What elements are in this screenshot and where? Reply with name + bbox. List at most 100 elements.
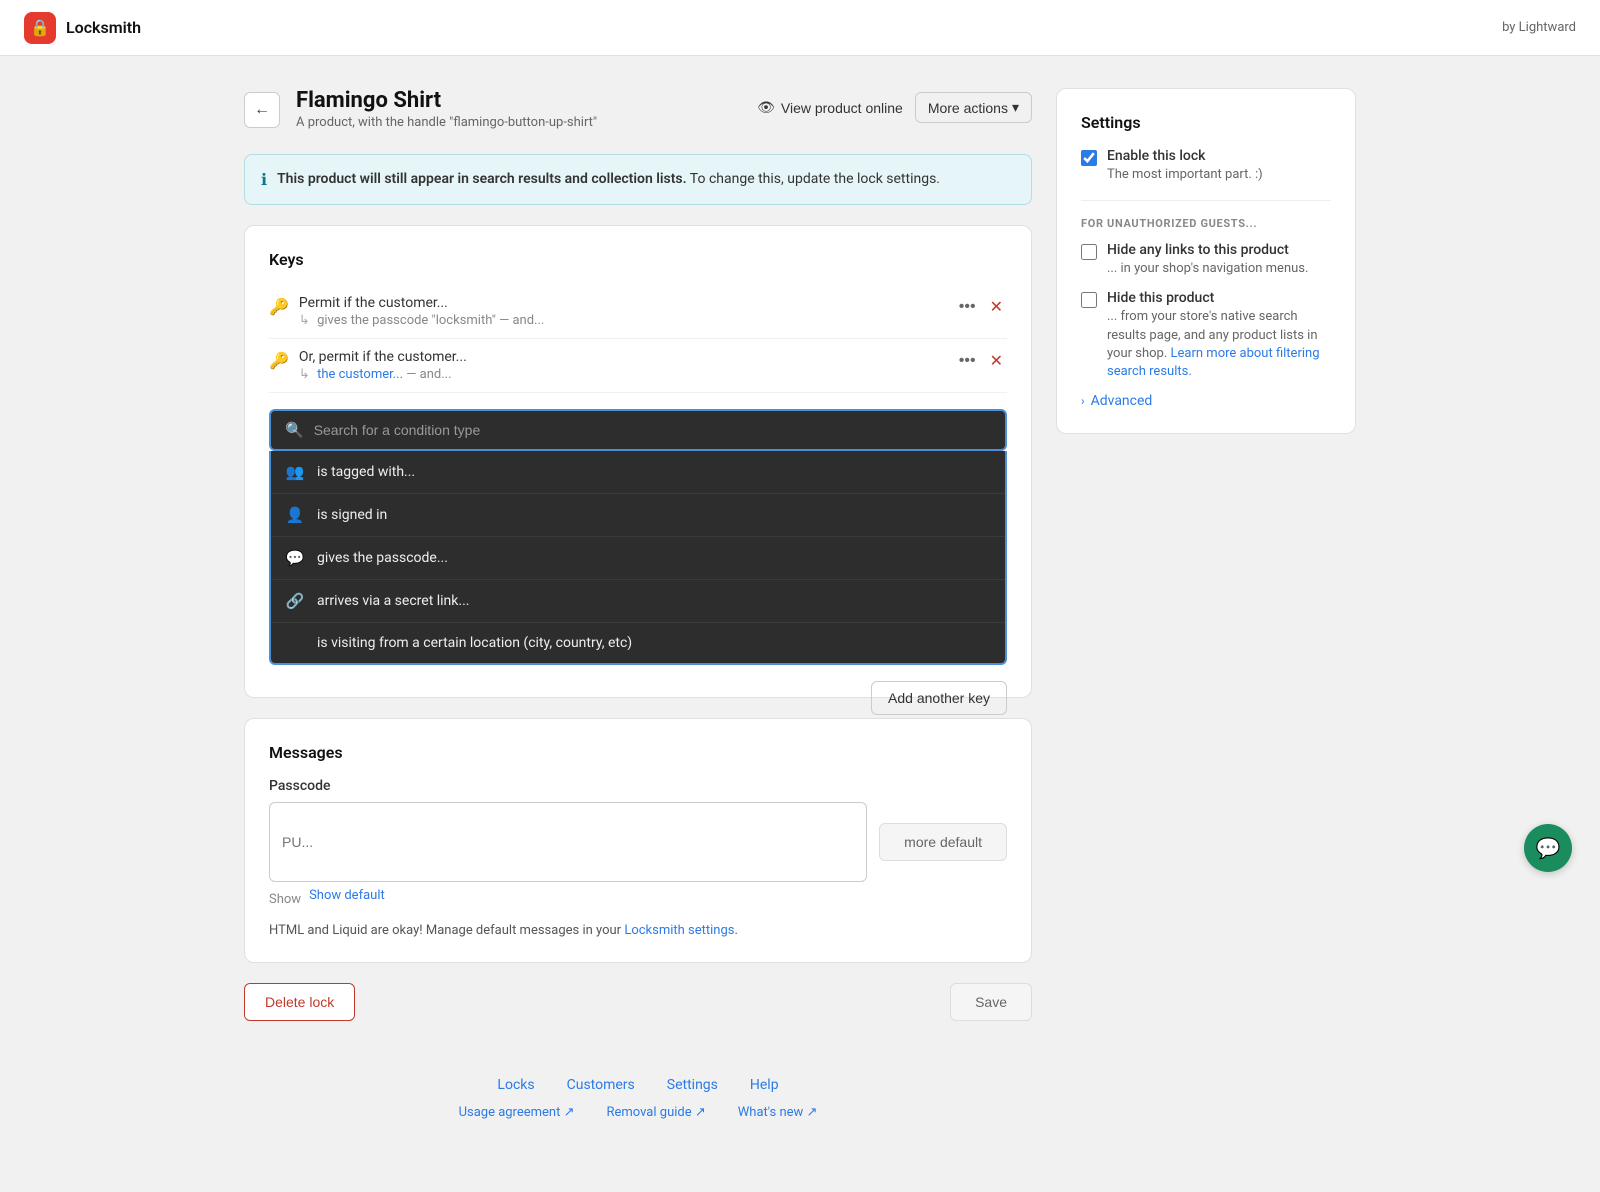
unauthorized-heading: FOR UNAUTHORIZED GUESTS... [1081, 217, 1331, 230]
key-menu-button-1[interactable]: ••• [955, 296, 980, 318]
search-input-container: 🔍 [269, 409, 1007, 451]
top-bar: 🔒 Locksmith by Lightward [0, 0, 1600, 56]
key-connector-icon-2: ↳ [299, 367, 310, 382]
key-delete-button-1[interactable]: ✕ [986, 295, 1007, 319]
key-sub-1: ↳ gives the passcode "locksmith" — and..… [299, 313, 945, 328]
condition-search-input[interactable] [314, 422, 991, 438]
hide-links-sublabel: ... in your shop's navigation menus. [1107, 260, 1308, 278]
key-content-1: Permit if the customer... ↳ gives the pa… [299, 295, 945, 328]
main-content: ← Flamingo Shirt A product, with the han… [220, 56, 1380, 1192]
eye-icon: 👁 [757, 99, 775, 116]
divider [1081, 200, 1331, 201]
link-icon: 🔗 [285, 592, 305, 610]
key-content-2: Or, permit if the customer... ↳ the cust… [299, 349, 945, 382]
key-row-2: 🔑 Or, permit if the customer... ↳ the cu… [269, 339, 1007, 393]
save-button[interactable]: Save [950, 983, 1032, 1021]
passcode-label: Passcode [269, 778, 1007, 794]
key-icon-1: 🔑 [269, 297, 289, 316]
enable-lock-checkbox[interactable] [1081, 150, 1097, 166]
hide-links-label: Hide any links to this product [1107, 242, 1308, 258]
dropdown-item-passcode[interactable]: 💬 gives the passcode... [271, 537, 1005, 580]
tagged-icon: 👥 [285, 463, 305, 481]
dropdown-item-tagged[interactable]: 👥 is tagged with... [271, 451, 1005, 494]
footer-links: Locks Customers Settings Help [244, 1077, 1032, 1093]
footer-link-help[interactable]: Help [750, 1077, 779, 1093]
enable-lock-row: Enable this lock The most important part… [1081, 148, 1331, 184]
settings-title: Settings [1081, 113, 1331, 132]
add-another-key-button[interactable]: Add another key [871, 681, 1007, 715]
key-menu-button-2[interactable]: ••• [955, 350, 980, 372]
app-icon: 🔒 [24, 12, 56, 44]
top-bar-left: 🔒 Locksmith [24, 12, 141, 44]
action-row: Delete lock Save [244, 983, 1032, 1021]
store-default-button[interactable]: more default [879, 823, 1007, 861]
hide-product-label: Hide this product [1107, 290, 1331, 306]
key-sub-2: ↳ the customer... — and... [299, 367, 945, 382]
key-actions-2: ••• ✕ [955, 349, 1007, 373]
footer-usage-agreement[interactable]: Usage agreement ↗ [459, 1105, 575, 1120]
key-connector-icon-1: ↳ [299, 313, 310, 328]
info-banner-text: This product will still appear in search… [277, 169, 940, 190]
add-key-area: 🔍 👥 is tagged with... 👤 is signed in [269, 409, 1007, 665]
keys-card: Keys 🔑 Permit if the customer... ↳ gives… [244, 225, 1032, 698]
chevron-right-icon: › [1081, 394, 1085, 408]
app-title: Locksmith [66, 18, 141, 37]
advanced-row[interactable]: › Advanced [1081, 393, 1331, 409]
settings-card: Settings Enable this lock The most impor… [1056, 88, 1356, 434]
messages-card: Messages Passcode more default Show Show… [244, 718, 1032, 963]
advanced-label: Advanced [1091, 393, 1153, 409]
delete-lock-button[interactable]: Delete lock [244, 983, 355, 1021]
dropdown-item-signed-in[interactable]: 👤 is signed in [271, 494, 1005, 537]
dropdown-item-location[interactable]: is visiting from a certain location (cit… [271, 623, 1005, 663]
info-icon: ℹ [261, 170, 267, 189]
page-title: Flamingo Shirt [296, 88, 741, 113]
hide-links-row: Hide any links to this product ... in yo… [1081, 242, 1331, 278]
page-header: ← Flamingo Shirt A product, with the han… [244, 88, 1032, 130]
dropdown-item-secret-link[interactable]: 🔗 arrives via a secret link... [271, 580, 1005, 623]
page-subtitle: A product, with the handle "flamingo-but… [296, 115, 741, 130]
hide-product-row: Hide this product ... from your store's … [1081, 290, 1331, 381]
chat-icon: 💬 [1536, 836, 1561, 861]
search-icon: 🔍 [285, 421, 304, 439]
manage-text: HTML and Liquid are okay! Manage default… [269, 923, 1007, 938]
more-actions-button[interactable]: More actions ▾ [915, 92, 1032, 123]
footer-link-customers[interactable]: Customers [567, 1077, 635, 1093]
footer-secondary-links: Usage agreement ↗ Removal guide ↗ What's… [244, 1105, 1032, 1120]
key-main-2: Or, permit if the customer... [299, 349, 945, 365]
footer: Locks Customers Settings Help Usage agre… [244, 1053, 1032, 1160]
hide-product-sublabel: ... from your store's native search resu… [1107, 308, 1331, 381]
right-column: Settings Enable this lock The most impor… [1056, 88, 1356, 1160]
footer-removal-guide[interactable]: Removal guide ↗ [606, 1105, 705, 1120]
chevron-down-icon: ▾ [1012, 99, 1019, 116]
left-column: ← Flamingo Shirt A product, with the han… [244, 88, 1032, 1160]
key-delete-button-2[interactable]: ✕ [986, 349, 1007, 373]
enable-lock-sublabel: The most important part. :) [1107, 166, 1263, 184]
condition-dropdown-menu: 👥 is tagged with... 👤 is signed in 💬 giv… [269, 451, 1007, 665]
keys-title: Keys [269, 250, 1007, 269]
chat-button[interactable]: 💬 [1524, 824, 1572, 872]
footer-link-locks[interactable]: Locks [497, 1077, 534, 1093]
passcode-icon: 💬 [285, 549, 305, 567]
enable-lock-label: Enable this lock [1107, 148, 1263, 164]
messages-title: Messages [269, 743, 1007, 762]
key-actions-1: ••• ✕ [955, 295, 1007, 319]
page-header-info: Flamingo Shirt A product, with the handl… [296, 88, 741, 130]
info-banner: ℹ This product will still appear in sear… [244, 154, 1032, 205]
footer-link-settings[interactable]: Settings [667, 1077, 718, 1093]
hide-links-checkbox[interactable] [1081, 244, 1097, 260]
passcode-input[interactable] [269, 802, 867, 882]
footer-whats-new[interactable]: What's new ↗ [738, 1105, 818, 1120]
signed-in-icon: 👤 [285, 506, 305, 524]
key-row: 🔑 Permit if the customer... ↳ gives the … [269, 285, 1007, 339]
search-dropdown-wrapper: 🔍 👥 is tagged with... 👤 is signed in [269, 409, 1007, 665]
key-icon-2: 🔑 [269, 351, 289, 370]
key-main-1: Permit if the customer... [299, 295, 945, 311]
view-product-button[interactable]: 👁 View product online [757, 99, 903, 116]
page-header-actions: 👁 View product online More actions ▾ [757, 92, 1032, 123]
hide-product-checkbox[interactable] [1081, 292, 1097, 308]
locksmith-settings-link[interactable]: Locksmith settings [624, 923, 734, 938]
by-lightward: by Lightward [1502, 20, 1576, 35]
back-button[interactable]: ← [244, 92, 280, 128]
key-sub-link-2[interactable]: the customer... [317, 367, 403, 382]
show-default-link[interactable]: Show default [309, 888, 385, 907]
